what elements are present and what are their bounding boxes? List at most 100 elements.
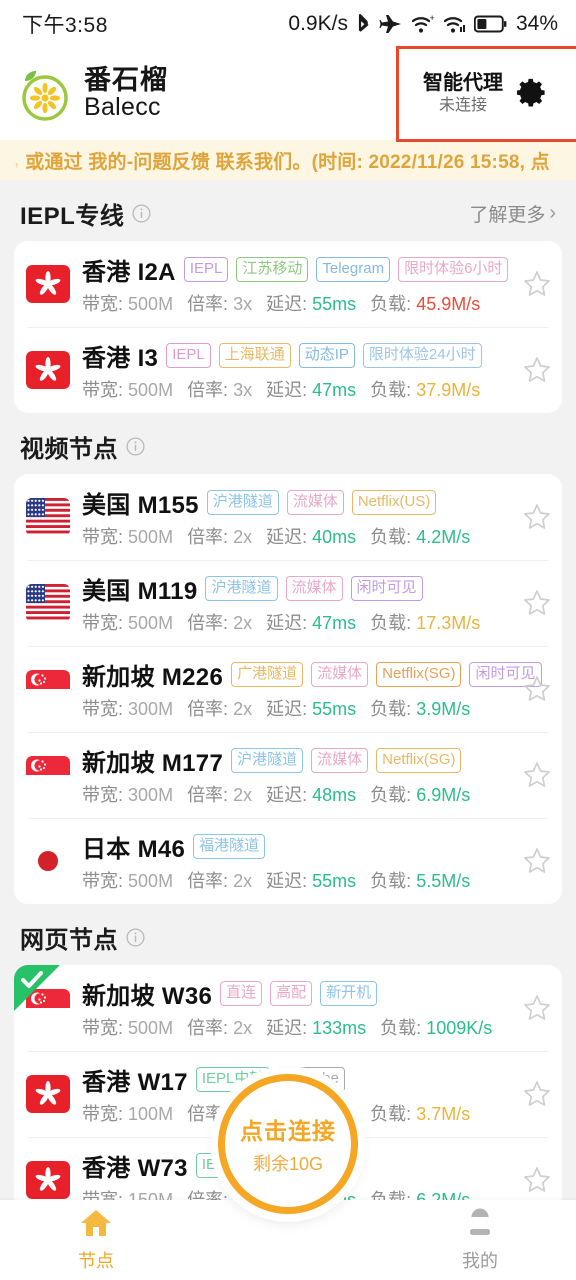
- smart-proxy-labels: 智能代理 未连接: [423, 71, 503, 117]
- node-row[interactable]: 美国 M119 沪港隧道 流媒体 闲时可见 带宽: 500M 倍率: 2x 延迟: 47ms…: [14, 560, 562, 646]
- section-header-left: 网页节点: [20, 920, 145, 955]
- node-name: 香港 W73: [82, 1155, 188, 1182]
- country-flag-icon: [26, 756, 70, 794]
- section-header-left: 视频节点: [20, 429, 145, 464]
- learn-more-label: 了解更多: [469, 205, 546, 226]
- load-label-group: 负载: 37.9M/s: [370, 376, 480, 402]
- node-tag: IEPL: [166, 343, 211, 368]
- latency-label: 延迟:: [266, 1018, 308, 1038]
- favorite-star-icon[interactable]: [522, 1165, 552, 1195]
- favorite-star-icon[interactable]: [522, 502, 552, 532]
- node-name: 美国 M155: [82, 492, 199, 519]
- smart-proxy-button[interactable]: 智能代理 未连接: [396, 46, 576, 142]
- info-icon[interactable]: [126, 437, 145, 456]
- node-row[interactable]: 日本 M46 福港隧道 带宽: 500M 倍率: 2x 延迟: 55ms 负载: 5.5M…: [14, 818, 562, 904]
- favorite-star-icon[interactable]: [522, 993, 552, 1023]
- favorite-star-icon[interactable]: [522, 846, 552, 876]
- bandwidth-value: 500M: [128, 527, 174, 547]
- bandwidth-label-group: 带宽: 300M: [82, 695, 173, 721]
- bandwidth-label: 带宽:: [82, 380, 124, 400]
- node-tag: 限时体验6小时: [398, 257, 509, 282]
- node-row[interactable]: 新加坡 M177 沪港隧道 流媒体 Netflix(SG) 带宽: 300M 倍率: 2x…: [14, 732, 562, 818]
- node-row[interactable]: 新加坡 W36 直连 高配 新开机 带宽: 500M 倍率: 2x 延迟: 133ms 负载:…: [14, 965, 562, 1051]
- section-header: IEPL专线 了解更多 ›: [14, 180, 562, 241]
- node-tag: 闲时可见: [350, 576, 423, 601]
- nav-item-mine[interactable]: 我的: [384, 1208, 576, 1273]
- learn-more-link[interactable]: 了解更多 ›: [469, 200, 556, 227]
- rate-label: 倍率:: [187, 294, 229, 314]
- favorite-star-icon[interactable]: [522, 588, 552, 618]
- load-label-group: 负载: 3.9M/s: [370, 695, 470, 721]
- country-flag-icon: [26, 842, 70, 880]
- country-flag-icon: [26, 1075, 70, 1113]
- brand-logo: 番石榴 Balecc: [16, 65, 168, 123]
- smart-proxy-status: 未连接: [438, 97, 487, 115]
- latency-label: 延迟:: [266, 613, 308, 633]
- favorite-star-icon[interactable]: [522, 355, 552, 385]
- rate-value: 3x: [233, 294, 253, 314]
- rate-value: 2x: [233, 699, 253, 719]
- node-row[interactable]: 香港 I2A IEPL 江苏移动 Telegram 限时体验6小时 带宽: 500M 倍率:…: [14, 241, 562, 327]
- chevron-right-icon: ›: [549, 202, 556, 224]
- node-info: 美国 M119 沪港隧道 流媒体 闲时可见 带宽: 500M 倍率: 2x 延迟: 47ms…: [82, 571, 516, 635]
- load-label: 负载:: [370, 871, 412, 891]
- remaining-data-label: 剩余10G: [252, 1154, 324, 1174]
- bandwidth-value: 300M: [128, 785, 174, 805]
- connect-button-label: 点击连接: [240, 1118, 336, 1144]
- latency-value: 40ms: [312, 527, 357, 547]
- node-tag: Netflix(SG): [376, 662, 462, 687]
- bluetooth-icon: [355, 12, 372, 36]
- favorite-star-icon[interactable]: [522, 674, 552, 704]
- brand-name-en: Balecc: [84, 93, 161, 122]
- bandwidth-value: 100M: [128, 1104, 174, 1124]
- load-value: 37.9M/s: [416, 380, 481, 400]
- status-bar-indicators: 0.9K/s + 34%: [288, 12, 558, 36]
- node-tag: 江苏移动: [236, 257, 309, 282]
- load-value: 4.2M/s: [416, 527, 471, 547]
- info-icon[interactable]: [126, 928, 145, 947]
- country-flag-icon: [26, 1161, 70, 1199]
- rate-label-group: 倍率: 2x: [187, 609, 252, 635]
- latency-value: 133ms: [312, 1018, 367, 1038]
- node-name: 香港 W17: [82, 1069, 188, 1096]
- node-info: 新加坡 M177 沪港隧道 流媒体 Netflix(SG) 带宽: 300M 倍率: 2x…: [82, 743, 516, 807]
- node-info: 美国 M155 沪港隧道 流媒体 Netflix(US) 带宽: 500M 倍率: 2x 延…: [82, 485, 516, 549]
- section-header-left: IEPL专线: [20, 196, 151, 231]
- node-tag: 上海联通: [218, 343, 291, 368]
- info-icon[interactable]: [132, 204, 151, 223]
- wifi-icon: +: [410, 13, 435, 35]
- country-flag-icon: [26, 265, 70, 303]
- favorite-star-icon[interactable]: [522, 760, 552, 790]
- announcement-marquee[interactable]: , 或通过 我的-问题反馈 联系我们。(时间: 2022/11/26 15:58…: [0, 140, 576, 180]
- announcement-text: 或通过 我的-问题反馈 联系我们。(时间: 2022/11/26 15:58, …: [25, 151, 550, 173]
- node-info: 新加坡 M226 广港隧道 流媒体 Netflix(SG) 闲时可见 带宽: 300M 倍率…: [82, 657, 542, 721]
- load-value: 3.9M/s: [416, 699, 471, 719]
- node-tag: 新开机: [320, 981, 378, 1006]
- gear-icon[interactable]: [515, 77, 549, 111]
- node-name: 新加坡 M226: [82, 664, 224, 691]
- node-tag: 沪港隧道: [205, 576, 278, 601]
- bandwidth-label-group: 带宽: 300M: [82, 781, 173, 807]
- battery-icon: [473, 15, 507, 34]
- connect-button[interactable]: 点击连接 剩余10G: [218, 1074, 358, 1214]
- nav-item-nodes[interactable]: 节点: [0, 1208, 192, 1273]
- latency-label-group: 延迟: 55ms: [266, 290, 356, 316]
- node-row[interactable]: 新加坡 M226 广港隧道 流媒体 Netflix(SG) 闲时可见 带宽: 300M 倍率…: [14, 646, 562, 732]
- node-tag: 高配: [270, 981, 313, 1006]
- favorite-star-icon[interactable]: [522, 269, 552, 299]
- node-card: 香港 I2A IEPL 江苏移动 Telegram 限时体验6小时 带宽: 500M 倍率:…: [14, 241, 562, 413]
- rate-label-group: 倍率: 2x: [187, 523, 252, 549]
- bandwidth-label: 带宽:: [82, 294, 124, 314]
- favorite-star-icon[interactable]: [522, 1079, 552, 1109]
- node-tag: 沪港隧道: [231, 748, 304, 773]
- bandwidth-label-group: 带宽: 500M: [82, 290, 173, 316]
- latency-value: 55ms: [312, 871, 357, 891]
- node-stats: 带宽: 500M 倍率: 3x 延迟: 47ms 负载: 37.9M/s: [82, 376, 516, 402]
- node-info: 香港 I3 IEPL 上海联通 动态IP 限时体验24小时 带宽: 500M 倍率: 3x 延…: [82, 338, 516, 402]
- node-row[interactable]: 香港 I3 IEPL 上海联通 动态IP 限时体验24小时 带宽: 500M 倍率: 3x 延…: [14, 327, 562, 413]
- load-value: 3.7M/s: [416, 1104, 471, 1124]
- bandwidth-label: 带宽:: [82, 1018, 124, 1038]
- node-row[interactable]: 美国 M155 沪港隧道 流媒体 Netflix(US) 带宽: 500M 倍率: 2x 延…: [14, 474, 562, 560]
- bandwidth-label-group: 带宽: 500M: [82, 376, 173, 402]
- load-value: 6.9M/s: [416, 785, 471, 805]
